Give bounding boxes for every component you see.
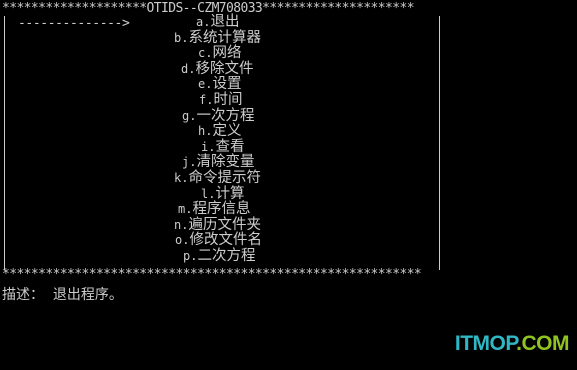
watermark-part-1: ITMOP	[454, 332, 517, 355]
menu-item: m.程序信息	[178, 202, 250, 217]
menu-item-key: h.	[198, 124, 213, 139]
menu-item: h.定义	[198, 124, 241, 139]
menu-item: p.二次方程	[183, 249, 255, 264]
menu-item-label: 移除文件	[195, 60, 254, 77]
itmop-watermark-logo: ITMOP.COM	[454, 332, 570, 356]
menu-item-label: 系统计算器	[188, 29, 261, 46]
bottom-border-banner: ****************************************…	[2, 268, 422, 281]
menu-item-key: j.	[182, 155, 197, 170]
menu-item-label: 退出	[210, 14, 240, 30]
menu-item: c.网络	[198, 46, 241, 61]
menu-item: f.时间	[199, 93, 242, 108]
menu-item-key: o.	[175, 233, 190, 248]
console-window[interactable]: ********************OTIDS--CZM708033****…	[0, 0, 577, 370]
description-line: 描述： 退出程序。	[2, 287, 123, 303]
menu-item-label: 计算	[215, 185, 245, 202]
menu-item-label: 程序信息	[192, 201, 251, 218]
menu-item-label: 查看	[215, 138, 245, 155]
menu-item-key: m.	[178, 202, 193, 217]
menu-item-label: 网络	[212, 45, 242, 62]
menu-item-key: l.	[201, 186, 216, 201]
menu-item-key: c.	[198, 46, 213, 61]
menu-item: n.遍历文件夹	[174, 216, 261, 233]
menu-item-label: 设置	[212, 76, 242, 93]
menu-item: a.退出	[196, 15, 239, 30]
right-border-line	[439, 16, 440, 270]
menu-item: j.清除变量	[182, 155, 254, 170]
menu-item-key: d.	[181, 61, 196, 76]
menu-item-key: p.	[183, 249, 198, 263]
menu-item-label: 清除变量	[196, 154, 255, 171]
menu-item: l.计算	[201, 185, 245, 202]
menu-item-key: e.	[198, 77, 213, 92]
menu-item-key: k.	[174, 171, 189, 185]
menu-item-label: 修改文件名	[189, 232, 262, 249]
menu-item: o.修改文件名	[175, 233, 262, 248]
menu-item-key: i.	[201, 139, 216, 154]
menu-item-key: g.	[182, 108, 197, 123]
menu-item-key: b.	[174, 30, 189, 45]
menu-item: k.命令提示符	[174, 171, 261, 186]
menu-item-label: 时间	[213, 92, 243, 108]
left-border-line	[4, 16, 5, 270]
menu-item-label: 一次方程	[196, 107, 255, 124]
menu-item-label: 二次方程	[197, 248, 256, 264]
menu-item-key: a.	[196, 15, 211, 29]
menu-arrow-pointer: -------------->	[18, 16, 130, 31]
menu-item: e.设置	[198, 77, 241, 92]
menu-item: b.系统计算器	[174, 29, 261, 46]
menu-item: d.移除文件	[181, 60, 254, 77]
menu-item: g.一次方程	[182, 107, 255, 124]
watermark-part-2: .COM	[516, 332, 569, 355]
menu-item-label: 命令提示符	[188, 170, 261, 186]
menu-item-label: 遍历文件夹	[188, 216, 261, 233]
menu-item-label: 定义	[212, 123, 242, 140]
menu-item-key: n.	[174, 217, 189, 232]
menu-item: i.查看	[201, 138, 245, 155]
menu-item-key: f.	[199, 93, 214, 107]
